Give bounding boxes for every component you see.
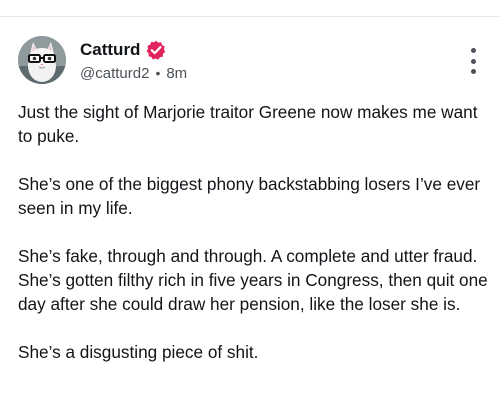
post-header: Catturd @catturd2 • 8m: [18, 36, 488, 86]
meta-separator: •: [155, 65, 161, 81]
top-divider: [0, 16, 500, 17]
post-paragraph: She’s fake, through and through. A compl…: [18, 246, 478, 266]
author-handle[interactable]: @catturd2: [80, 65, 149, 82]
ellipsis-dot: [470, 58, 476, 64]
ellipsis-dot: [470, 69, 476, 74]
cat-with-glasses-avatar-icon: [18, 36, 66, 84]
more-options-button[interactable]: [464, 48, 482, 74]
post-paragraph: She’s gotten filthy rich in five years i…: [18, 270, 488, 314]
post-timestamp[interactable]: 8m: [166, 65, 187, 82]
author-display-name[interactable]: Catturd: [80, 40, 140, 60]
avatar[interactable]: [18, 36, 66, 84]
post-meta-row: @catturd2 • 8m: [80, 63, 187, 83]
vertical-ellipsis-icon: [470, 48, 476, 53]
verified-badge-icon: [146, 40, 166, 60]
post-paragraph: She’s a disgusting piece of shit.: [18, 342, 259, 362]
author-name-row: Catturd: [80, 39, 166, 61]
post-paragraph: She’s one of the biggest phony backstabb…: [18, 174, 481, 218]
post-paragraph: Just the sight of Marjorie traitor Green…: [18, 102, 478, 146]
post-body: Just the sight of Marjorie traitor Green…: [18, 100, 488, 388]
